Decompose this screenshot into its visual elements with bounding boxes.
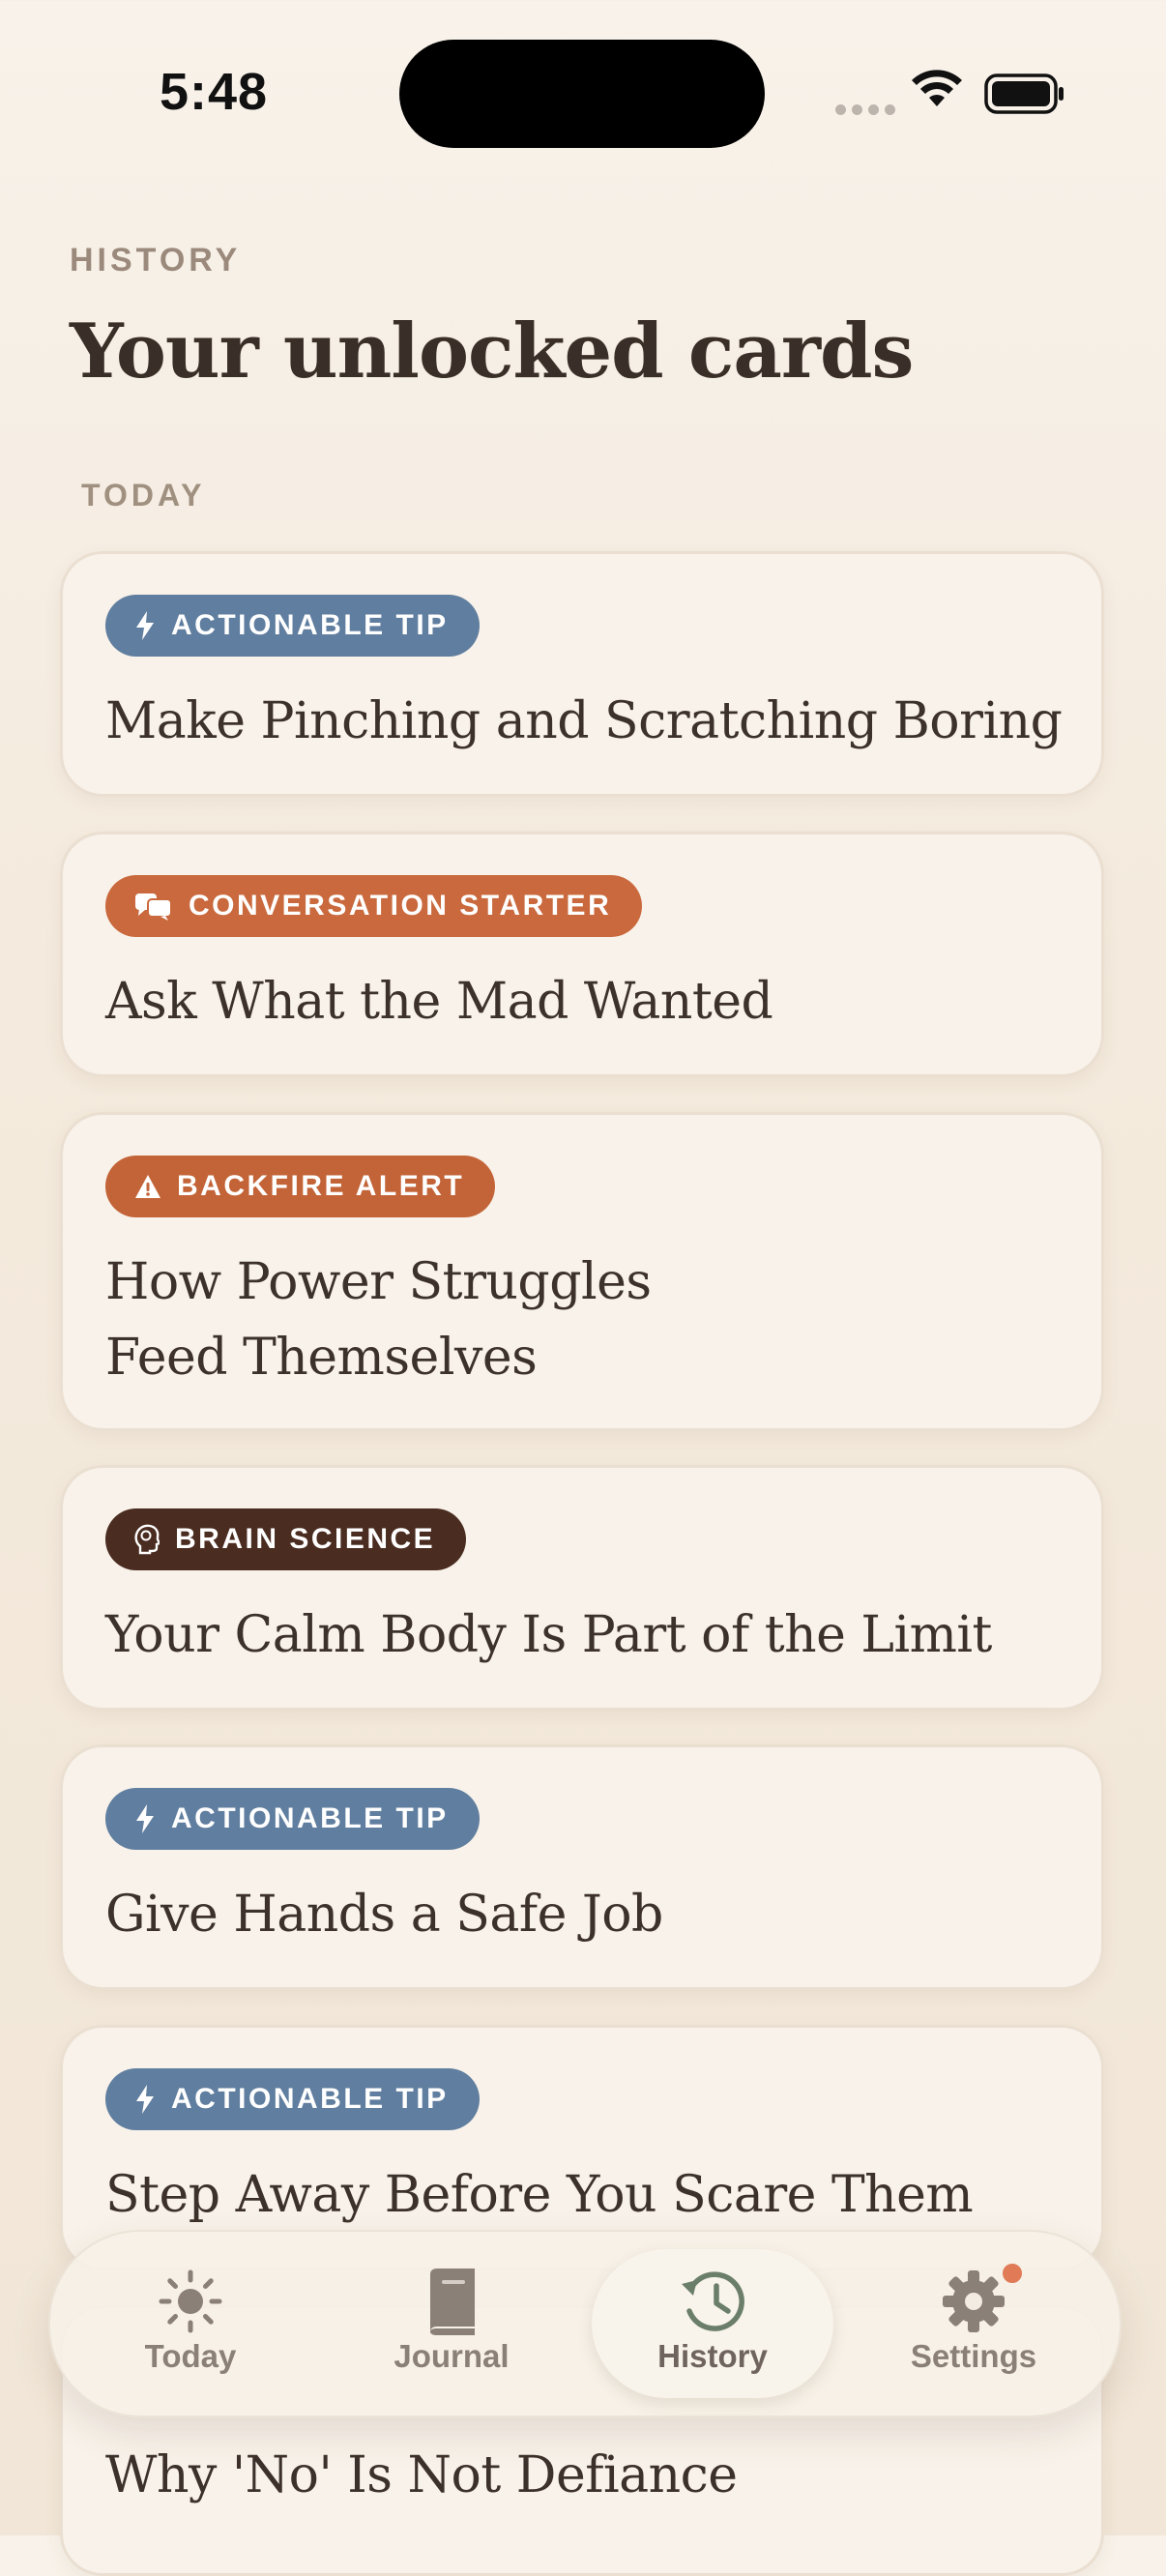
card-item[interactable]: ACTIONABLE TIP Make Pinching and Scratch… [60, 551, 1104, 797]
card-item[interactable]: BACKFIRE ALERT How Power Struggles Feed … [60, 1112, 1104, 1431]
tab-settings[interactable]: Settings [853, 2232, 1094, 2415]
dynamic-island [399, 40, 765, 148]
category-tag: BACKFIRE ALERT [105, 1156, 496, 1217]
card-title: Your Calm Body Is Part of the Limit [105, 1606, 992, 1664]
bolt-icon [136, 1804, 154, 1833]
section-label-today: TODAY [81, 478, 206, 512]
tab-bar: Today Journal History Settings [48, 2230, 1122, 2417]
category-tag: ACTIONABLE TIP [105, 2068, 480, 2130]
category-tag: ACTIONABLE TIP [105, 1788, 480, 1850]
tab-label: History [657, 2338, 768, 2374]
card-title: Ask What the Mad Wanted [105, 973, 773, 1031]
history-clock-icon [682, 2271, 744, 2331]
card-title-line: How Power Struggles [105, 1253, 652, 1311]
page-eyebrow: HISTORY [70, 242, 242, 278]
cellular-signal-icon [835, 102, 901, 120]
tab-label: Settings [910, 2338, 1037, 2374]
category-tag: BRAIN SCIENCE [105, 1508, 467, 1570]
category-tag-label: ACTIONABLE TIP [171, 609, 449, 641]
card-title: Give Hands a Safe Job [105, 1886, 663, 1944]
card-item[interactable]: CONVERSATION STARTER Ask What the Mad Wa… [60, 832, 1104, 1077]
status-time: 5:48 [160, 63, 269, 121]
card-title: Step Away Before You Scare Them [105, 2166, 974, 2224]
card-title: Why 'No' Is Not Defiance [105, 2446, 738, 2504]
tab-label: Journal [394, 2338, 510, 2374]
card-item[interactable]: ACTIONABLE TIP Give Hands a Safe Job [60, 1744, 1104, 1990]
tab-history[interactable]: History [592, 2249, 833, 2398]
card-title-line: Feed Themselves [105, 1329, 538, 1387]
warning-icon [135, 1175, 160, 1198]
notification-badge [1000, 2261, 1025, 2286]
sun-icon [159, 2269, 222, 2333]
category-tag-label: ACTIONABLE TIP [171, 2083, 449, 2115]
category-tag: CONVERSATION STARTER [105, 875, 643, 937]
status-bar: 5:48 [0, 0, 1166, 148]
battery-icon [984, 73, 1064, 114]
page-title: Your unlocked cards [70, 307, 914, 395]
bolt-icon [136, 2085, 154, 2114]
category-tag-label: CONVERSATION STARTER [189, 890, 612, 922]
card-title: How Power Struggles Feed Themselves [105, 1244, 1072, 1395]
tab-label: Today [144, 2338, 237, 2374]
category-tag: ACTIONABLE TIP [105, 595, 480, 657]
wifi-icon [912, 70, 962, 106]
gear-icon [943, 2270, 1005, 2332]
category-tag-label: BRAIN SCIENCE [175, 1523, 436, 1555]
chat-bubbles-icon [135, 893, 172, 921]
bolt-icon [136, 611, 154, 640]
tab-today[interactable]: Today [70, 2232, 311, 2415]
category-tag-label: BACKFIRE ALERT [177, 1170, 465, 1202]
card-title: Make Pinching and Scratching Boring [105, 692, 1063, 750]
book-icon [430, 2269, 475, 2335]
tab-journal[interactable]: Journal [331, 2232, 572, 2415]
category-tag-label: ACTIONABLE TIP [171, 1802, 449, 1834]
card-item[interactable]: BRAIN SCIENCE Your Calm Body Is Part of … [60, 1465, 1104, 1711]
brain-head-icon [134, 1524, 160, 1555]
